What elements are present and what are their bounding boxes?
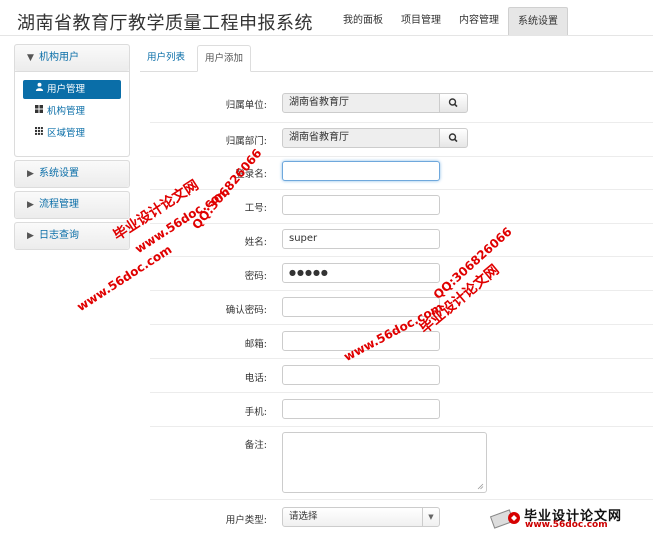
dept-search-button[interactable]	[439, 128, 468, 148]
sidebar-section-label: 日志查询	[39, 230, 79, 241]
password-input[interactable]: ●●●●●	[282, 263, 440, 283]
row-divider	[150, 256, 653, 257]
mobile-input[interactable]	[282, 399, 440, 419]
sidebar-section-header[interactable]: ▶ 流程管理	[15, 192, 129, 218]
nav-system-settings[interactable]: 系统设置	[508, 7, 568, 35]
name-input[interactable]: super	[282, 229, 440, 249]
unit-search-button[interactable]	[439, 93, 468, 113]
site-logo: 毕业设计论文网 www.56doc.com	[488, 505, 648, 531]
sidebar-item-label: 机构管理	[47, 106, 86, 117]
email-label: 邮箱:	[244, 339, 267, 350]
mobile-label: 手机:	[244, 407, 267, 418]
grid-small-icon	[35, 124, 47, 143]
remark-textarea[interactable]	[282, 432, 487, 493]
logo-url: www.56doc.com	[525, 520, 608, 530]
row-divider	[150, 156, 653, 157]
sidebar-section-body: 用户管理 机构管理 区域管理	[15, 71, 129, 156]
header-divider	[0, 35, 653, 36]
user-icon	[35, 80, 47, 99]
password-label: 密码:	[244, 271, 267, 282]
row-divider	[150, 122, 653, 123]
sidebar-section-system-settings[interactable]: ▶ 系统设置	[14, 160, 130, 188]
logo-mark-icon	[489, 509, 520, 529]
row-divider	[150, 392, 653, 393]
row-divider	[150, 223, 653, 224]
row-divider	[150, 426, 653, 427]
grid-icon	[35, 102, 47, 121]
sidebar-section-label: 机构用户	[39, 52, 79, 63]
phone-input[interactable]	[282, 365, 440, 385]
app-header: 湖南省教育厅教学质量工程申报系统 我的面板 项目管理 内容管理 系统设置	[0, 0, 653, 38]
sidebar-section-org-users-header[interactable]: ▼ 机构用户	[15, 45, 129, 71]
phone-label: 电话:	[244, 373, 267, 384]
sidebar-section-process-management[interactable]: ▶ 流程管理	[14, 191, 130, 219]
row-divider	[150, 290, 653, 291]
confirm-password-label: 确认密码:	[225, 305, 267, 316]
sidebar-item-label: 区域管理	[47, 128, 86, 139]
top-nav: 我的面板 项目管理 内容管理 系统设置	[334, 7, 568, 35]
sidebar-item-label: 用户管理	[47, 84, 86, 95]
chevron-down-icon: ▼	[422, 508, 439, 526]
jobno-input[interactable]	[282, 195, 440, 215]
nav-my-panel[interactable]: 我的面板	[334, 7, 392, 35]
sidebar: ▼ 机构用户 用户管理 机构管理 区域管理 ▶ 系统设置 ▶ 流程管理 ▶ 日志…	[14, 44, 130, 253]
chevron-right-icon: ▶	[27, 231, 34, 241]
login-input[interactable]	[282, 161, 440, 181]
app-title: 湖南省教育厅教学质量工程申报系统	[17, 13, 313, 34]
tab-user-add[interactable]: 用户添加	[197, 45, 252, 72]
resize-handle-icon[interactable]	[477, 483, 484, 490]
nav-project-management[interactable]: 项目管理	[392, 7, 450, 35]
nav-content-management[interactable]: 内容管理	[450, 7, 508, 35]
search-icon	[448, 98, 458, 108]
sidebar-section-label: 流程管理	[39, 199, 79, 210]
chevron-right-icon: ▶	[27, 169, 34, 179]
row-divider	[150, 499, 653, 500]
sidebar-item-user-management[interactable]: 用户管理	[23, 80, 121, 99]
remark-label: 备注:	[244, 440, 267, 451]
tab-user-list[interactable]: 用户列表	[140, 45, 192, 70]
usertype-selected-value: 请选择	[289, 511, 318, 522]
sidebar-section-header[interactable]: ▶ 系统设置	[15, 161, 129, 187]
search-icon	[448, 133, 458, 143]
sidebar-section-label: 系统设置	[39, 168, 79, 179]
usertype-label: 用户类型:	[225, 515, 267, 526]
sidebar-section-org-users: ▼ 机构用户 用户管理 机构管理 区域管理	[14, 44, 130, 157]
content-tabs: 用户列表 用户添加	[140, 45, 653, 72]
sidebar-item-area-management[interactable]: 区域管理	[23, 124, 121, 143]
sidebar-item-org-management[interactable]: 机构管理	[23, 102, 121, 121]
dept-field[interactable]: 湖南省教育厅	[282, 128, 440, 148]
unit-field[interactable]: 湖南省教育厅	[282, 93, 440, 113]
row-divider	[150, 358, 653, 359]
chevron-right-icon: ▶	[27, 200, 34, 210]
dept-label: 归属部门:	[225, 136, 267, 147]
usertype-select[interactable]: 请选择 ▼	[282, 507, 440, 527]
chevron-down-icon: ▼	[27, 53, 34, 63]
unit-label: 归属单位:	[225, 100, 267, 111]
